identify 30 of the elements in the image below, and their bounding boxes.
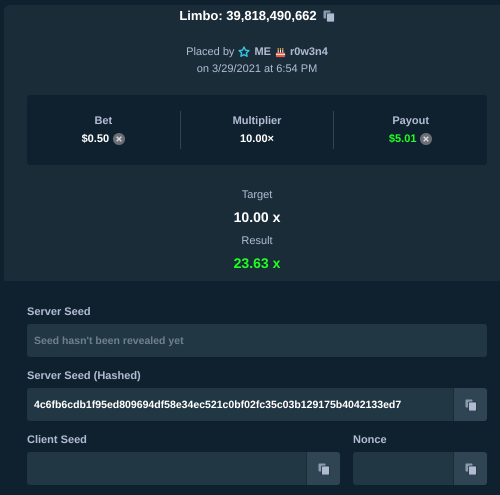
placed-label: Placed by: [186, 46, 234, 58]
target-label: Target: [242, 189, 272, 201]
bet-date: on 3/29/2021 at 6:54 PM: [196, 63, 318, 75]
stat-value: $0.50: [82, 133, 110, 145]
field-label: Server Seed: [27, 306, 92, 318]
bet-title: Limbo: 39,818,490,662: [179, 8, 317, 23]
field-label: Client Seed: [27, 434, 88, 446]
seed-value: 4c6fb6cdb1f95ed809694df58e34ec521c0bf02fc35c03b129175b4042133ed7: [34, 398, 402, 410]
field-label: Server Seed (Hashed): [27, 370, 142, 382]
copy-icon[interactable]: [318, 462, 330, 474]
target-value: 10.00 x: [234, 209, 280, 225]
rank-label: ME: [254, 46, 271, 58]
stat-label: Multiplier: [232, 115, 282, 127]
stat-label: Bet: [94, 115, 112, 127]
copy-icon[interactable]: [464, 462, 476, 474]
input-field[interactable]: [27, 452, 340, 485]
seed-field[interactable]: 4c6fb6cdb1f95ed809694df58e34ec521c0bf02fc35c03b129175b4042133ed7: [27, 388, 487, 421]
username-link[interactable]: r0w3n4: [290, 46, 328, 58]
cake-icon: [274, 46, 286, 58]
result-label: Result: [241, 235, 273, 247]
input-field[interactable]: [353, 452, 487, 485]
copy-icon[interactable]: [464, 398, 476, 410]
copy-icon[interactable]: [322, 10, 335, 22]
stat-value: 10.00×: [240, 133, 274, 145]
stat-value: $5.01: [388, 133, 416, 145]
star-icon: [238, 46, 250, 58]
placeholder-text: Seed hasn't been revealed yet: [34, 334, 184, 346]
field-label: Nonce: [353, 434, 388, 446]
stat-label: Payout: [392, 115, 430, 127]
result-value: 23.63 x: [234, 255, 280, 271]
